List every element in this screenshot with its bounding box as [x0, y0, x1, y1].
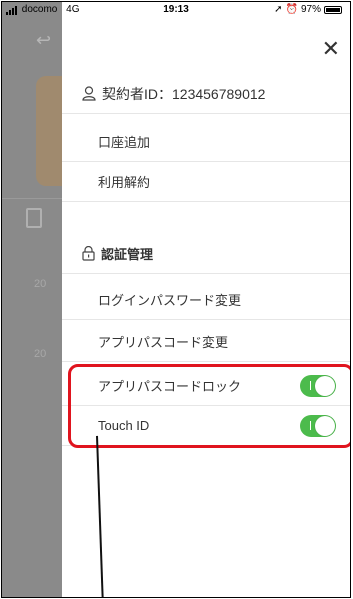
menu-item-label: 口座追加 — [98, 135, 151, 150]
menu-item-label: アプリパスコード変更 — [98, 335, 229, 350]
side-drawer: ✕ 契約者ID：123456789012 口座追加 利用解約 認証管理 ログイン… — [62, 2, 350, 597]
status-right: ➚ ⏰ 97% — [274, 4, 342, 15]
alarm-icon: ⏰ — [285, 4, 298, 15]
battery-icon — [324, 5, 342, 14]
menu-item-add-account[interactable]: 口座追加 — [62, 122, 350, 162]
status-bar: docomo 4G 19:13 ➚ ⏰ 97% — [2, 2, 350, 18]
location-icon: ➚ — [274, 4, 283, 15]
menu-item-cancel-service[interactable]: 利用解約 — [62, 162, 350, 202]
touch-id-toggle[interactable] — [300, 414, 336, 437]
background-app: ↩ 20 20 — [2, 2, 62, 597]
background-divider — [2, 198, 62, 199]
setting-label: Touch ID — [98, 418, 150, 433]
lock-icon — [82, 246, 95, 261]
contract-id-row: 契約者ID：123456789012 — [62, 74, 350, 114]
menu-item-label: 利用解約 — [98, 175, 151, 190]
background-number: 20 — [34, 348, 47, 360]
section-title: 認証管理 — [101, 247, 154, 262]
phone-screen: ↩ 20 20 docomo 4G 19:13 ➚ ⏰ 97% ✕ 契約者ID：… — [1, 1, 351, 598]
touch-id-row: Touch ID — [62, 406, 350, 446]
battery-percent: 97% — [300, 4, 321, 15]
setting-label: アプリパスコードロック — [98, 379, 242, 394]
back-icon: ↩ — [36, 30, 52, 50]
passcode-lock-toggle[interactable] — [300, 374, 336, 397]
passcode-lock-row: アプリパスコードロック — [62, 366, 350, 406]
close-icon[interactable]: ✕ — [322, 38, 340, 60]
background-number: 20 — [34, 278, 47, 290]
menu-item-change-login-password[interactable]: ログインパスワード変更 — [62, 280, 350, 320]
contract-id: 契約者ID：123456789012 — [102, 85, 266, 102]
background-card — [36, 76, 62, 186]
user-icon — [82, 86, 96, 101]
auth-section-header: 認証管理 — [62, 234, 350, 274]
menu-item-label: ログインパスワード変更 — [98, 293, 242, 308]
menu-item-change-passcode[interactable]: アプリパスコード変更 — [62, 322, 350, 362]
document-icon — [26, 208, 42, 228]
